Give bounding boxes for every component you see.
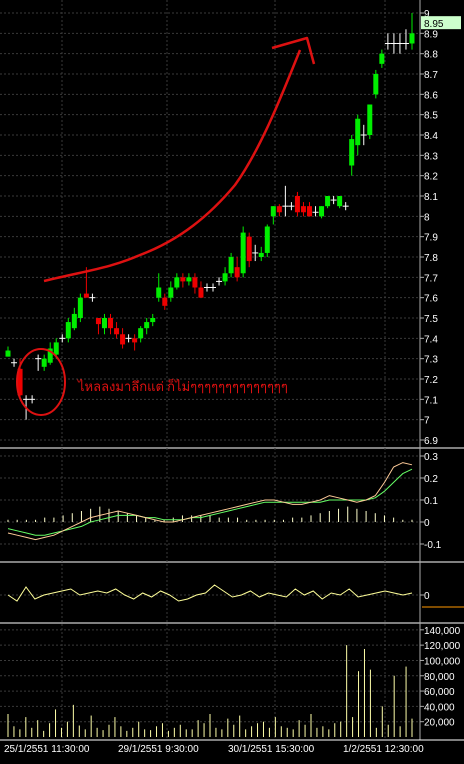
price-tick-label: 8.1 bbox=[424, 192, 438, 203]
price-tick-label: 7.4 bbox=[424, 334, 438, 345]
candle-body bbox=[325, 196, 331, 207]
candle-body bbox=[65, 322, 71, 339]
candle-body bbox=[367, 104, 373, 135]
candle-body bbox=[349, 139, 355, 166]
price-tick-label: 7.3 bbox=[424, 355, 438, 366]
oscillator-line bbox=[7, 584, 413, 602]
candle-body bbox=[156, 287, 162, 298]
candle-body bbox=[246, 236, 252, 262]
candle-body bbox=[101, 318, 107, 329]
volume-tick-label: 80,000 bbox=[424, 672, 455, 683]
candle-body bbox=[168, 287, 174, 298]
annotation-arrow-head bbox=[271, 36, 316, 65]
candle-body bbox=[319, 206, 325, 217]
time-tick-label: 30/1/2551 15:30:00 bbox=[228, 744, 315, 755]
candle-body bbox=[379, 53, 385, 64]
macd-tick-label: -0.1 bbox=[424, 540, 442, 551]
candle-body bbox=[300, 206, 306, 213]
candle-body bbox=[228, 257, 234, 274]
price-tick-label: 7.7 bbox=[424, 273, 438, 284]
time-tick-label: 25/1/2551 11:30:00 bbox=[4, 744, 90, 755]
macd-tick-label: 0.1 bbox=[424, 496, 438, 507]
volume-tick-label: 20,000 bbox=[424, 718, 455, 729]
price-tick-label: 7.6 bbox=[424, 294, 438, 305]
candle-body bbox=[276, 206, 282, 213]
price-tick-label: 8.7 bbox=[424, 70, 438, 81]
candle-body bbox=[240, 232, 246, 274]
candle-body bbox=[270, 206, 276, 217]
candle-body bbox=[53, 342, 59, 355]
candle-body bbox=[306, 206, 312, 217]
price-tick-label: 7.5 bbox=[424, 314, 438, 325]
macd-tick-label: 0 bbox=[424, 518, 430, 529]
volume-tick-label: 120,000 bbox=[424, 641, 461, 652]
candle-body bbox=[258, 252, 264, 257]
candle-body bbox=[294, 196, 300, 213]
price-tick-label: 7.8 bbox=[424, 253, 438, 264]
candle-body bbox=[186, 277, 192, 282]
price-tick-label: 8.3 bbox=[424, 151, 438, 162]
candle-body bbox=[234, 267, 240, 278]
price-tick-label: 7.1 bbox=[424, 395, 438, 406]
candle-body bbox=[409, 33, 415, 44]
price-tick-label: 8.2 bbox=[424, 172, 438, 183]
time-tick-label: 29/1/2551 9:30:00 bbox=[118, 744, 199, 755]
candle-body bbox=[222, 273, 228, 282]
candle-body bbox=[355, 118, 361, 146]
candle-body bbox=[174, 277, 180, 288]
candle-body bbox=[5, 350, 11, 357]
trading-chart: 9 8.9 8.8 8.7 8.6 8.5 8.4 8.3 8.2 8.1 8 7.9 7.8 7.7 7.… bbox=[0, 0, 464, 764]
candle-body bbox=[83, 293, 89, 298]
chart-canvas: 98.98.88.78.68.58.48.38.28.187.97.87.77.… bbox=[0, 0, 464, 755]
oscillator-tick-label: 0 bbox=[424, 591, 430, 602]
last-price-label: 8.95 bbox=[424, 19, 444, 30]
price-tick-label: 8.8 bbox=[424, 50, 438, 61]
volume-tick-label: 140,000 bbox=[424, 626, 461, 637]
macd-tick-label: 0.3 bbox=[424, 452, 438, 463]
annotation-arrow-curve bbox=[43, 49, 302, 283]
candle-body bbox=[150, 318, 156, 323]
price-tick-label: 8.4 bbox=[424, 131, 438, 142]
candle-body bbox=[132, 338, 138, 343]
candle-body bbox=[95, 318, 101, 325]
candle-body bbox=[120, 334, 126, 345]
candle-body bbox=[192, 277, 198, 288]
annotation-text: ไหลลงมาลึกแต่ ก็ไม่ๆๆๆๆๆๆๆๆๆๆๆๆๆๆ bbox=[77, 377, 288, 394]
price-tick-label: 8 bbox=[424, 212, 430, 223]
price-tick-label: 7 bbox=[424, 416, 430, 427]
volume-tick-label: 40,000 bbox=[424, 702, 455, 713]
candle-body bbox=[77, 297, 83, 318]
price-tick-label: 6.9 bbox=[424, 436, 438, 447]
candle-body bbox=[71, 313, 77, 329]
volume-tick-label: 100,000 bbox=[424, 656, 461, 667]
candle-body bbox=[373, 74, 379, 95]
candle-body bbox=[180, 277, 186, 282]
candle-body bbox=[108, 318, 114, 329]
candle-body bbox=[114, 328, 120, 335]
price-tick-label: 8.9 bbox=[424, 29, 438, 40]
candle-body bbox=[41, 358, 47, 367]
price-tick-label: 8.5 bbox=[424, 111, 438, 122]
candle-body bbox=[198, 287, 204, 298]
candle-body bbox=[337, 196, 343, 207]
candle-body bbox=[138, 328, 144, 339]
price-tick-label: 8.6 bbox=[424, 90, 438, 101]
macd-line bbox=[7, 462, 413, 541]
price-tick-label: 7.9 bbox=[424, 233, 438, 244]
candle-body bbox=[144, 322, 150, 329]
candle-body bbox=[264, 226, 270, 253]
macd-tick-label: 0.2 bbox=[424, 474, 438, 485]
volume-tick-label: 60,000 bbox=[424, 687, 455, 698]
time-tick-label: 1/2/2551 12:30:00 bbox=[343, 744, 424, 755]
price-tick-label: 7.2 bbox=[424, 375, 438, 386]
signal-line bbox=[7, 468, 413, 536]
candle-body bbox=[162, 297, 168, 306]
